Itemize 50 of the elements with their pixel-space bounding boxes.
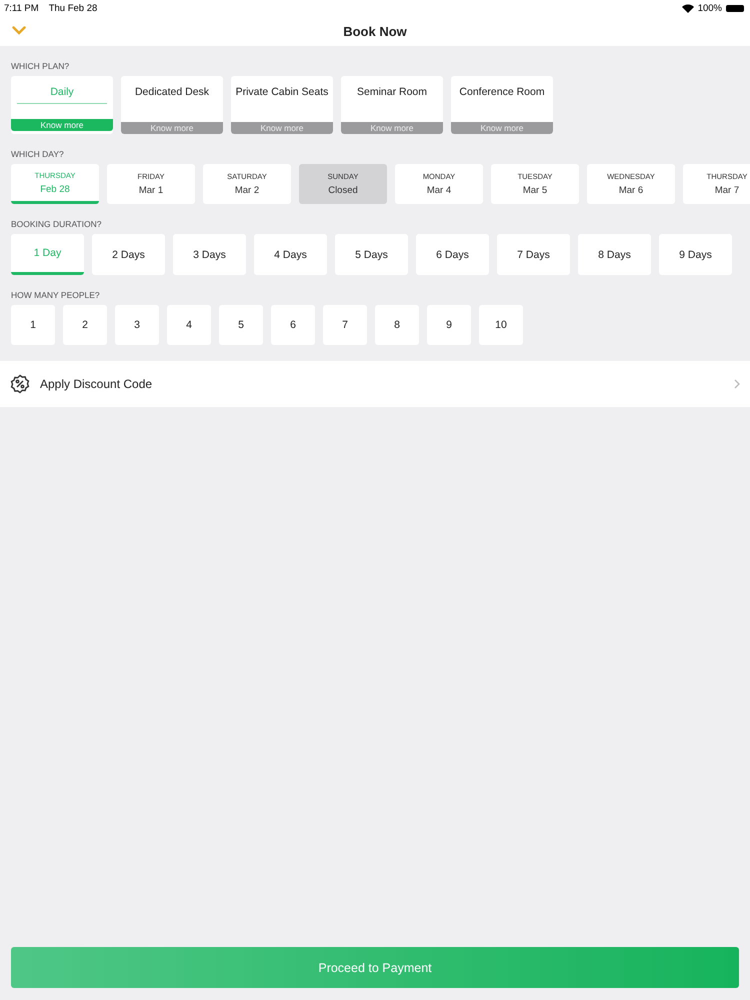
duration-option[interactable]: 8 Days — [578, 234, 651, 275]
plan-card[interactable]: Conference Room Know more — [451, 76, 553, 134]
people-option[interactable]: 7 — [323, 305, 367, 345]
date-label: Mar 4 — [426, 185, 452, 196]
date-label: Closed — [328, 185, 358, 196]
plan-name: Seminar Room — [356, 86, 428, 100]
discount-icon — [10, 374, 30, 394]
duration-option[interactable]: 2 Days — [92, 234, 165, 275]
date-label: Mar 7 — [714, 185, 740, 196]
duration-option[interactable]: 6 Days — [416, 234, 489, 275]
discount-row[interactable]: Apply Discount Code — [0, 361, 750, 407]
date-label: Mar 5 — [522, 185, 548, 196]
date-label: Mar 6 — [618, 185, 644, 196]
plan-name: Daily — [17, 86, 107, 104]
duration-option[interactable]: 7 Days — [497, 234, 570, 275]
people-option[interactable]: 1 — [11, 305, 55, 345]
duration-option[interactable]: 9 Days — [659, 234, 732, 275]
battery-icon — [726, 4, 744, 12]
plan-name: Private Cabin Seats — [236, 86, 328, 100]
people-option[interactable]: 6 — [271, 305, 315, 345]
people-option[interactable]: 10 — [479, 305, 523, 345]
wifi-icon — [682, 4, 694, 12]
page-title: Book Now — [343, 24, 407, 38]
battery-percent: 100% — [698, 2, 722, 14]
section-label: BOOKING DURATION? — [10, 218, 103, 231]
discount-label: Apply Discount Code — [40, 377, 152, 391]
plan-card[interactable]: Private Cabin Seats Know more — [231, 76, 333, 134]
date-label: Feb 28 — [40, 184, 70, 194]
date-label: Mar 1 — [138, 185, 164, 196]
date-label: Mar 2 — [234, 185, 260, 196]
people-option[interactable]: 5 — [219, 305, 263, 345]
duration-option[interactable]: 4 Days — [254, 234, 327, 275]
duration-option[interactable]: 3 Days — [173, 234, 246, 275]
section-label: WHICH PLAN? — [10, 60, 70, 73]
people-option[interactable]: 9 — [427, 305, 471, 345]
section-label: HOW MANY PEOPLE? — [10, 289, 101, 302]
people-option[interactable]: 4 — [167, 305, 211, 345]
chevron-down-icon[interactable] — [12, 26, 26, 35]
section-label: WHICH DAY? — [10, 148, 65, 161]
plan-name: Dedicated Desk — [134, 86, 210, 100]
plan-card[interactable]: Seminar Room Know more — [341, 76, 443, 134]
status-time: 7:11 PM — [4, 2, 39, 14]
status-date: Thu Feb 28 — [48, 2, 98, 14]
people-option[interactable]: 8 — [375, 305, 419, 345]
plan-name: Conference Room — [459, 86, 545, 100]
people-option[interactable]: 3 — [115, 305, 159, 345]
chevron-right-icon — [734, 379, 740, 389]
people-option[interactable]: 2 — [63, 305, 107, 345]
duration-option[interactable]: 5 Days — [335, 234, 408, 275]
plan-card[interactable]: Dedicated Desk Know more — [121, 76, 223, 134]
